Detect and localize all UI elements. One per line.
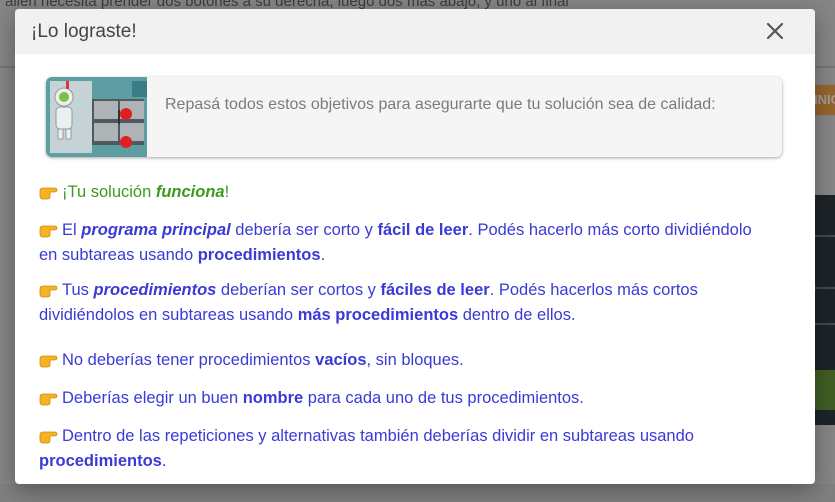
objective-text: . Podés hacerlo más corto dividiéndolo xyxy=(468,221,752,239)
objective-text: . Podés hacerlos más cortos xyxy=(489,281,698,299)
objective-empty-procedures: No deberías tener procedimientos vacíos,… xyxy=(39,349,464,374)
objective-repetitions: Dentro de las repeticiones y alternativa… xyxy=(39,425,694,472)
objective-keyword: más procedimientos xyxy=(297,306,459,324)
pointing-hand-icon xyxy=(39,390,59,412)
pointing-hand-icon xyxy=(39,352,59,374)
dialog-header: ¡Lo lograste! xyxy=(15,9,815,54)
objective-names: Deberías elegir un buen nombre para cada… xyxy=(39,387,584,412)
objective-keyword: procedimientos xyxy=(39,452,162,470)
objective-text: No deberías tener procedimientos xyxy=(62,351,316,369)
objective-text: debería ser corto y xyxy=(230,221,378,239)
goal-card: Repasá todos estos objetivos para asegur… xyxy=(46,77,782,157)
objective-text: ¡Tu solución xyxy=(62,183,156,201)
challenge-thumbnail xyxy=(46,77,147,157)
objective-text: . xyxy=(161,452,167,470)
success-dialog: ¡Lo lograste! Repasá todos estos objetiv… xyxy=(15,9,815,484)
goal-instructions: Repasá todos estos objetivos para asegur… xyxy=(165,96,716,113)
objective-text: , sin bloques. xyxy=(366,351,464,369)
objective-text: deberían ser cortos y xyxy=(216,281,381,299)
objective-text: Tus xyxy=(62,281,94,299)
dialog-title: ¡Lo lograste! xyxy=(31,21,137,42)
pointing-hand-icon xyxy=(39,428,59,450)
objective-keyword: funciona xyxy=(155,183,225,201)
objective-text: ! xyxy=(224,183,230,201)
objective-keyword: procedimientos xyxy=(93,281,217,299)
objective-keyword: programa principal xyxy=(81,221,231,239)
objective-text: para cada uno de tus procedimientos. xyxy=(303,389,584,407)
pointing-hand-icon xyxy=(39,184,59,206)
objective-main-program: El programa principal debería ser corto … xyxy=(39,219,752,266)
objective-text: dividiéndolos en subtareas usando xyxy=(39,306,298,324)
close-icon xyxy=(766,22,784,40)
objective-text: dentro de ellos. xyxy=(458,306,576,324)
objective-procedures: Tus procedimientos deberían ser cortos y… xyxy=(39,279,698,326)
objective-text: . xyxy=(320,246,326,264)
objective-text: en subtareas usando xyxy=(39,246,198,264)
objective-text: Deberías elegir un buen xyxy=(62,389,243,407)
pointing-hand-icon xyxy=(39,282,59,304)
objective-text: Dentro de las repeticiones y alternativa… xyxy=(62,427,694,445)
objective-keyword: fácil de leer xyxy=(377,221,469,239)
objective-keyword: vacíos xyxy=(315,351,367,369)
objective-keyword: nombre xyxy=(242,389,304,407)
objective-text: El xyxy=(62,221,82,239)
close-button[interactable] xyxy=(763,19,787,43)
pointing-hand-icon xyxy=(39,222,59,244)
objective-keyword: procedimientos xyxy=(197,246,321,264)
objective-keyword: fáciles de leer xyxy=(380,281,490,299)
objective-works: ¡Tu solución funciona! xyxy=(39,181,229,206)
